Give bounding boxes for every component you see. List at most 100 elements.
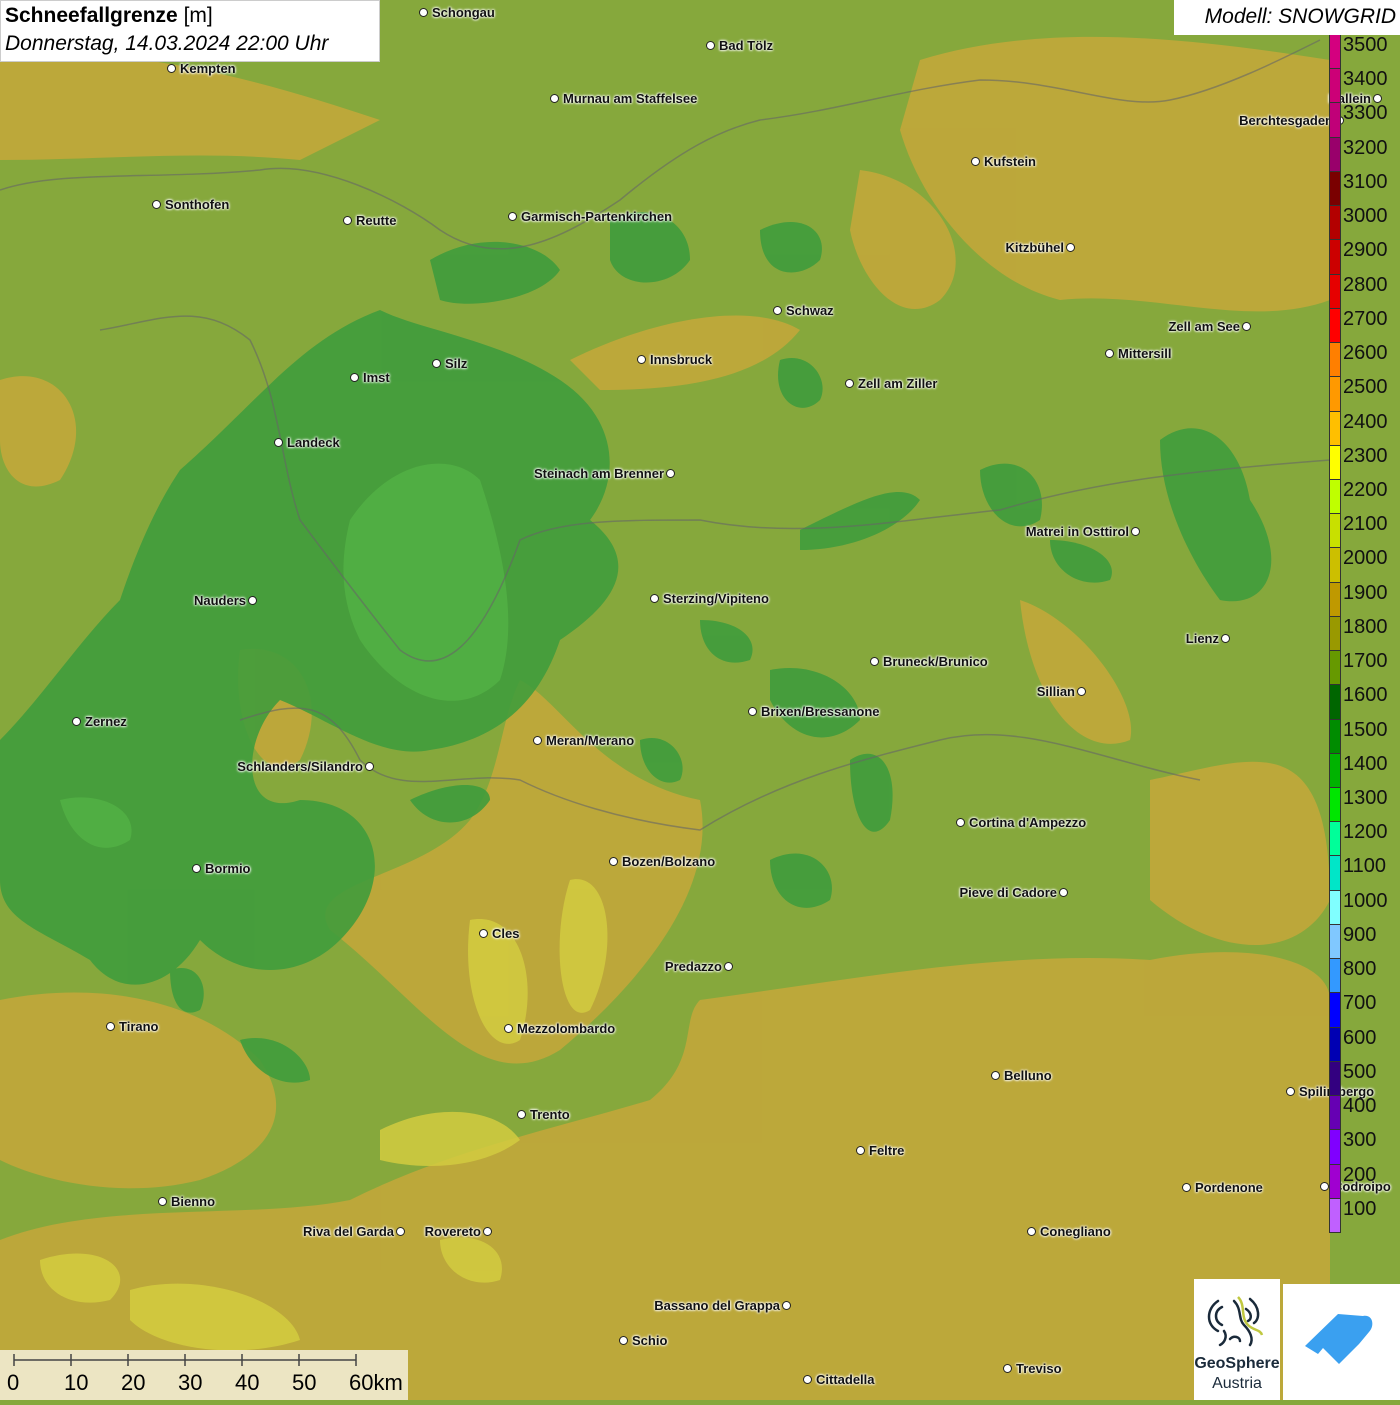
city-label: Sillian	[1036, 684, 1075, 699]
city-marker[interactable]	[432, 359, 441, 368]
city-label: Feltre	[869, 1143, 905, 1158]
legend-swatch	[1329, 240, 1341, 275]
city-marker[interactable]	[350, 373, 359, 382]
city-marker[interactable]	[192, 864, 201, 873]
city-marker[interactable]	[396, 1227, 405, 1236]
legend-swatch	[1329, 959, 1341, 994]
scale-tick-label: 30	[178, 1370, 203, 1395]
city-marker[interactable]	[870, 657, 879, 666]
legend-label: 3200	[1343, 136, 1388, 159]
city-marker[interactable]	[248, 596, 257, 605]
city-marker[interactable]	[991, 1071, 1000, 1080]
legend-swatch	[1329, 822, 1341, 857]
city-label: Zernez	[85, 714, 127, 729]
city-label: Conegliano	[1040, 1224, 1111, 1239]
city-label: Murnau am Staffelsee	[563, 91, 698, 106]
legend-swatch	[1329, 1061, 1341, 1097]
legend-swatch	[1329, 993, 1341, 1028]
city-marker[interactable]	[419, 8, 428, 17]
city-marker[interactable]	[609, 857, 618, 866]
city-marker[interactable]	[748, 707, 757, 716]
legend-label: 3400	[1343, 68, 1388, 91]
city-marker[interactable]	[782, 1301, 791, 1310]
city-marker[interactable]	[856, 1146, 865, 1155]
city-marker[interactable]	[1003, 1364, 1012, 1373]
city-marker[interactable]	[533, 736, 542, 745]
legend-label: 200	[1343, 1163, 1377, 1186]
legend-label: 2300	[1343, 444, 1388, 467]
geosphere-text-1: GeoSphere	[1194, 1355, 1280, 1372]
legend-swatch	[1329, 137, 1341, 172]
legend-swatch	[1329, 343, 1341, 378]
city-marker[interactable]	[158, 1197, 167, 1206]
legend-label: 400	[1343, 1095, 1377, 1118]
city-marker[interactable]	[504, 1024, 513, 1033]
city-label: Mittersill	[1118, 346, 1172, 361]
city-marker[interactable]	[773, 306, 782, 315]
legend-label: 1900	[1343, 581, 1388, 604]
legend-swatch	[1329, 103, 1341, 138]
city-marker[interactable]	[1242, 322, 1251, 331]
city-marker[interactable]	[1320, 1182, 1329, 1191]
city-marker[interactable]	[650, 594, 659, 603]
legend-label: 300	[1343, 1129, 1377, 1152]
city-label: Schio	[632, 1333, 668, 1348]
legend-label: 2100	[1343, 513, 1388, 536]
city-marker[interactable]	[343, 216, 352, 225]
city-marker[interactable]	[1059, 888, 1068, 897]
city-label: Zell am See	[1168, 319, 1240, 334]
city-marker[interactable]	[274, 438, 283, 447]
city-marker[interactable]	[619, 1336, 628, 1345]
city-marker[interactable]	[508, 212, 517, 221]
city-marker[interactable]	[106, 1022, 115, 1031]
city-marker[interactable]	[72, 717, 81, 726]
city-label: Reutte	[356, 213, 397, 228]
city-marker[interactable]	[956, 818, 965, 827]
legend-swatch	[1329, 171, 1341, 207]
city-marker[interactable]	[517, 1110, 526, 1119]
city-label: Mezzolombardo	[517, 1021, 616, 1036]
scale-tick-label: 10	[64, 1370, 89, 1395]
city-marker[interactable]	[483, 1227, 492, 1236]
city-marker[interactable]	[706, 41, 715, 50]
legend-swatch	[1329, 753, 1341, 789]
city-marker[interactable]	[845, 379, 854, 388]
city-marker[interactable]	[1131, 527, 1140, 536]
city-marker[interactable]	[479, 929, 488, 938]
city-marker[interactable]	[550, 94, 559, 103]
city-marker[interactable]	[637, 355, 646, 364]
scale-line	[13, 1354, 357, 1366]
city-marker[interactable]	[666, 469, 675, 478]
city-marker[interactable]	[152, 200, 161, 209]
legend-swatch	[1329, 788, 1341, 823]
city-marker[interactable]	[1066, 243, 1075, 252]
legend-label: 2800	[1343, 273, 1388, 296]
legend-label: 100	[1343, 1197, 1377, 1220]
title-box: Schneefallgrenze [m] Donnerstag, 14.03.2…	[0, 0, 380, 62]
map-datetime: Donnerstag, 14.03.2024 22:00 Uhr	[5, 32, 329, 55]
legend-swatch	[1329, 856, 1341, 891]
city-marker[interactable]	[1182, 1183, 1191, 1192]
city-label: Sterzing/Vipiteno	[663, 591, 769, 606]
legend-swatch	[1329, 924, 1341, 960]
city-marker[interactable]	[803, 1375, 812, 1384]
city-marker[interactable]	[1286, 1087, 1295, 1096]
city-marker[interactable]	[1221, 634, 1230, 643]
city-marker[interactable]	[1027, 1227, 1036, 1236]
legend-label: 1800	[1343, 615, 1388, 638]
city-label: Bienno	[171, 1194, 216, 1209]
city-marker[interactable]	[724, 962, 733, 971]
city-marker[interactable]	[167, 64, 176, 73]
geosphere-text-2: Austria	[1212, 1375, 1262, 1392]
legend-label: 3300	[1343, 102, 1388, 125]
legend-swatch	[1329, 377, 1341, 412]
city-marker[interactable]	[365, 762, 374, 771]
legend-label: 1400	[1343, 752, 1388, 775]
city-label: Sonthofen	[165, 197, 230, 212]
city-marker[interactable]	[1105, 349, 1114, 358]
city-label: Belluno	[1004, 1068, 1052, 1083]
city-marker[interactable]	[1077, 687, 1086, 696]
city-label: Innsbruck	[650, 352, 713, 367]
city-label: Kufstein	[984, 154, 1036, 169]
city-marker[interactable]	[971, 157, 980, 166]
